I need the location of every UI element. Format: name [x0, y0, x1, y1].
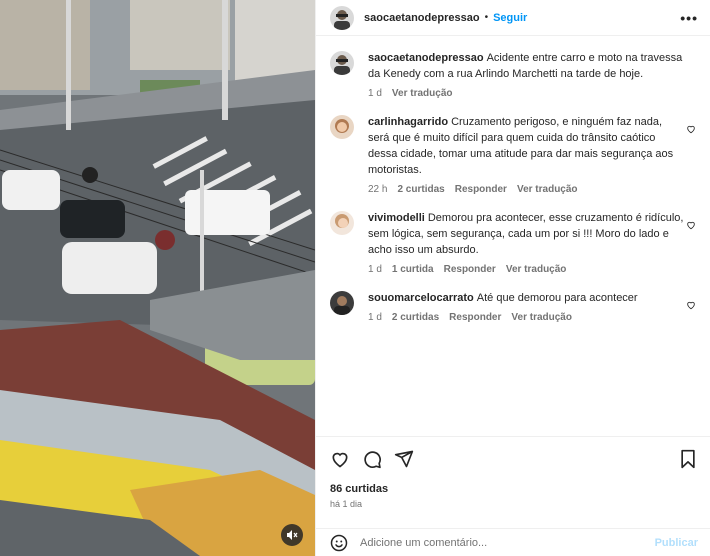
- avatar[interactable]: [330, 115, 354, 139]
- comment-input[interactable]: [360, 536, 655, 549]
- translate-link[interactable]: Ver tradução: [511, 310, 572, 326]
- emoji-icon[interactable]: [330, 534, 348, 552]
- heart-icon[interactable]: [686, 300, 696, 310]
- post-timestamp: há 1 dia: [330, 499, 363, 509]
- likes-count[interactable]: 86 curtidas: [330, 483, 698, 495]
- heart-icon[interactable]: [686, 220, 696, 230]
- heart-icon[interactable]: [330, 449, 350, 469]
- reply-button[interactable]: Responder: [449, 310, 501, 326]
- comments-list: saocaetanodepressao Acidente entre carro …: [316, 36, 710, 436]
- comment-time: 1 d: [368, 312, 382, 323]
- comment: vivimodelli Demorou pra acontecer, esse c…: [330, 210, 696, 278]
- avatar[interactable]: [330, 291, 354, 315]
- heart-icon[interactable]: [686, 124, 696, 134]
- follow-button[interactable]: Seguir: [493, 12, 527, 24]
- speaker-muted-icon: [287, 530, 298, 540]
- street-scene-image: [0, 0, 315, 556]
- comment-time: 22 h: [368, 184, 388, 195]
- caption: saocaetanodepressao Acidente entre carro …: [330, 50, 696, 102]
- avatar[interactable]: [330, 5, 354, 30]
- post-side-panel: saocaetanodepressao • Seguir ••• saocaet…: [315, 0, 710, 556]
- reply-button[interactable]: Responder: [444, 262, 496, 278]
- avatar[interactable]: [330, 51, 354, 75]
- mute-button[interactable]: [281, 524, 303, 546]
- post-header: saocaetanodepressao • Seguir •••: [316, 0, 710, 36]
- comment-likes[interactable]: 2 curtidas: [392, 310, 439, 326]
- comment-likes[interactable]: 2 curtidas: [397, 182, 444, 198]
- reply-button[interactable]: Responder: [455, 182, 507, 198]
- translate-link[interactable]: Ver tradução: [506, 262, 567, 278]
- avatar[interactable]: [330, 211, 354, 235]
- bookmark-icon[interactable]: [678, 449, 698, 469]
- publish-button[interactable]: Publicar: [655, 537, 698, 549]
- post-video[interactable]: [0, 0, 315, 556]
- post-author-username[interactable]: saocaetanodepressao: [364, 12, 480, 24]
- comment-username[interactable]: souomarcelocarrato: [368, 292, 474, 304]
- caption-time: 1 d: [368, 88, 382, 99]
- translate-link[interactable]: Ver tradução: [517, 182, 578, 198]
- comment-username[interactable]: vivimodelli: [368, 212, 425, 224]
- translate-link[interactable]: Ver tradução: [392, 86, 453, 102]
- share-icon[interactable]: [394, 449, 414, 469]
- add-comment-bar: Publicar: [316, 528, 710, 556]
- more-options-icon[interactable]: •••: [680, 10, 698, 26]
- comment-icon[interactable]: [362, 449, 382, 469]
- comment-username[interactable]: carlinhagarrido: [368, 116, 448, 128]
- comment-likes[interactable]: 1 curtida: [392, 262, 434, 278]
- comment-time: 1 d: [368, 264, 382, 275]
- comment: carlinhagarrido Cruzamento perigoso, e ni…: [330, 114, 696, 198]
- post-modal: saocaetanodepressao • Seguir ••• saocaet…: [0, 0, 710, 556]
- caption-username[interactable]: saocaetanodepressao: [368, 52, 484, 64]
- separator-dot: •: [484, 12, 489, 23]
- comment: souomarcelocarrato Até que demorou para a…: [330, 290, 696, 326]
- comment-text: Até que demorou para acontecer: [476, 292, 638, 304]
